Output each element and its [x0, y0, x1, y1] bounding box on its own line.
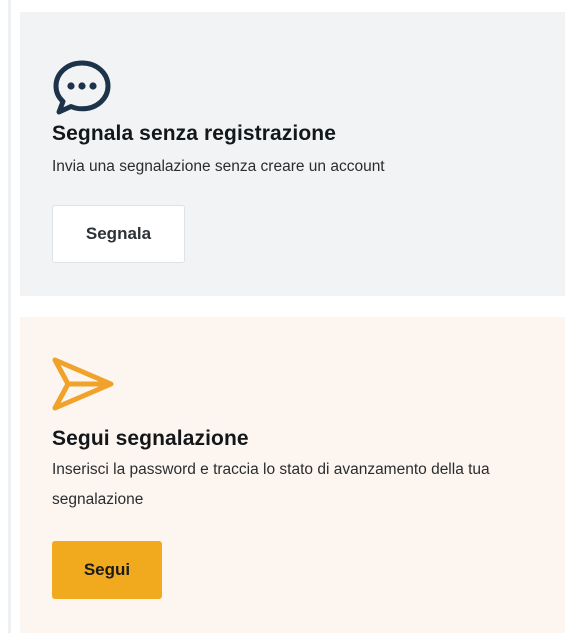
send-icon	[51, 355, 115, 418]
report-button[interactable]: Segnala	[52, 205, 185, 263]
follow-card-title: Segui segnalazione	[52, 427, 249, 450]
follow-card-description: Inserisci la password e traccia lo stato…	[52, 461, 490, 508]
chat-bubble-icon	[51, 59, 113, 122]
report-card-description: Invia una segnalazione senza creare un a…	[52, 158, 385, 175]
follow-report-card: Segui segnalazione Inserisci la password…	[20, 317, 565, 633]
report-card-title: Segnala senza registrazione	[52, 122, 336, 145]
page: Segnala senza registrazione Invia una se…	[0, 0, 565, 633]
left-divider	[8, 0, 11, 633]
report-without-registration-card: Segnala senza registrazione Invia una se…	[20, 12, 565, 296]
follow-button[interactable]: Segui	[52, 541, 162, 599]
